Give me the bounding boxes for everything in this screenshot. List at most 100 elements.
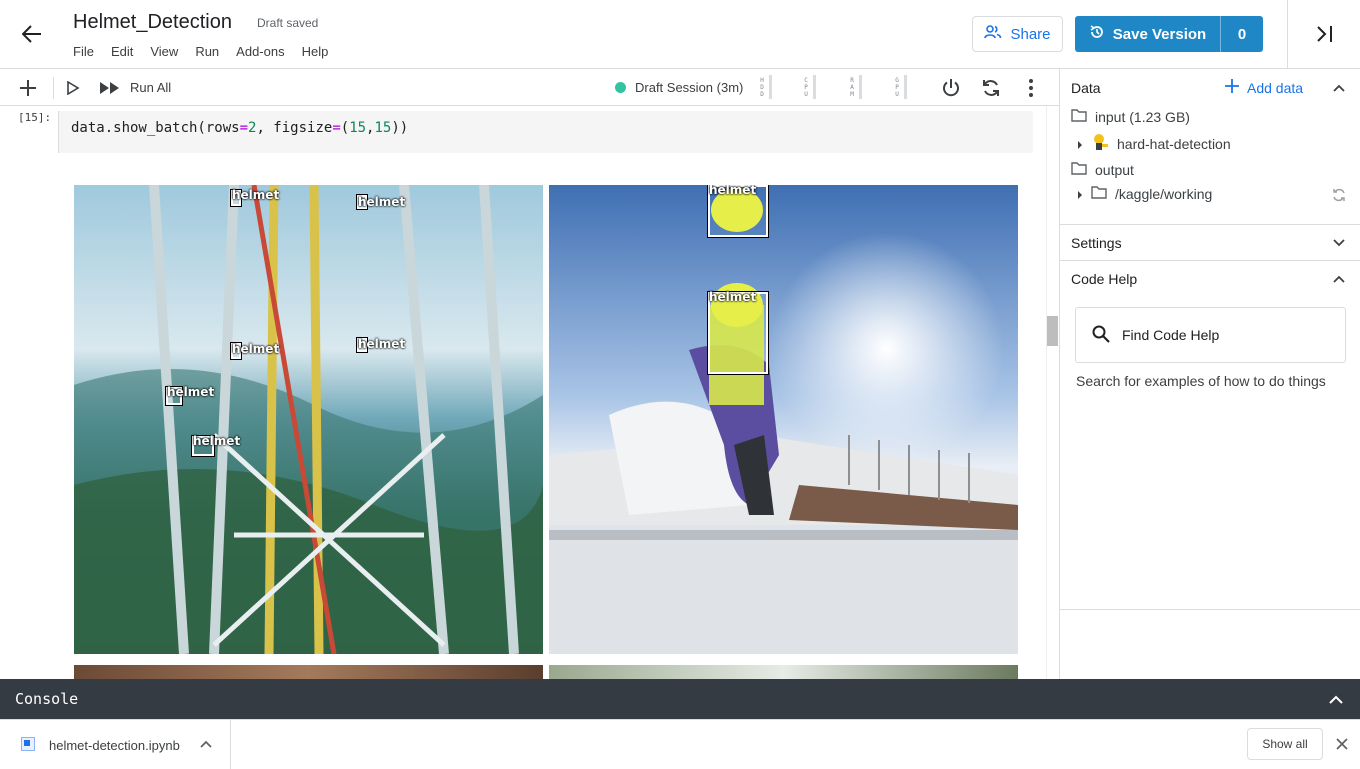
- code-token: , figsize: [256, 120, 333, 136]
- menu-edit[interactable]: Edit: [111, 44, 133, 59]
- run-cell-icon[interactable]: [62, 77, 84, 99]
- cpu-meter[interactable]: CPU: [803, 73, 816, 101]
- code-token: )): [391, 120, 409, 136]
- bbox-label: helmet: [232, 188, 280, 202]
- ram-meter-bar: [859, 75, 862, 99]
- share-label: Share: [1010, 25, 1051, 43]
- download-item[interactable]: helmet-detection.ipynb: [0, 720, 231, 769]
- panel-divider: [1060, 260, 1360, 261]
- code-token: =: [332, 120, 341, 136]
- save-version-label: Save Version: [1112, 25, 1207, 43]
- code-token: 15: [349, 120, 367, 136]
- notebook-toolbar: Run All Draft Session (3m) HDD CPU RAM G…: [0, 69, 1059, 106]
- code-cell[interactable]: data.show_batch(rows=2, figsize=(15,15)): [58, 111, 1033, 153]
- chevron-up-icon[interactable]: [1328, 692, 1344, 706]
- caret-right-icon: [1077, 186, 1083, 202]
- add-cell-icon[interactable]: [17, 77, 39, 99]
- code-help-hint: Search for examples of how to do things: [1076, 373, 1326, 389]
- collapse-panel-icon[interactable]: [1312, 22, 1338, 46]
- gpu-meter-label: GPU: [895, 76, 899, 98]
- menu-help[interactable]: Help: [302, 44, 329, 59]
- bounding-box: [707, 291, 769, 375]
- cpu-meter-label: CPU: [804, 76, 808, 98]
- search-icon: [1092, 325, 1110, 346]
- bbox-label: helmet: [193, 434, 241, 448]
- folder-icon: [1091, 186, 1107, 202]
- chevron-down-icon[interactable]: [1332, 236, 1346, 250]
- input-folder-label: input (1.23 GB): [1095, 109, 1190, 125]
- version-count[interactable]: 0: [1221, 16, 1263, 52]
- find-code-help-input[interactable]: Find Code Help: [1075, 307, 1346, 363]
- settings-section-title[interactable]: Settings: [1071, 235, 1122, 251]
- output-image-worker: helmet helmet: [549, 185, 1018, 654]
- gpu-meter[interactable]: GPU: [894, 73, 907, 101]
- power-icon[interactable]: [940, 77, 962, 99]
- add-data-label: Add data: [1247, 79, 1304, 96]
- refresh-icon[interactable]: [1332, 188, 1346, 202]
- save-version-button[interactable]: Save Version 0: [1075, 16, 1263, 52]
- menu-run[interactable]: Run: [195, 44, 219, 59]
- side-panel: Data Add data input (1.23 GB) hard-hat-d…: [1059, 69, 1360, 679]
- panel-divider: [1060, 609, 1360, 610]
- dataset-thumbnail-icon: [1091, 133, 1109, 154]
- session-status[interactable]: Draft Session (3m): [635, 80, 743, 95]
- toolbar-divider: [53, 77, 54, 99]
- find-code-help-placeholder: Find Code Help: [1122, 327, 1220, 343]
- scrollbar-thumb[interactable]: [1047, 316, 1058, 346]
- restart-icon[interactable]: [980, 77, 1002, 99]
- output-folder[interactable]: output: [1071, 162, 1134, 178]
- cell-prompt: [15]:: [18, 111, 52, 124]
- console-bar[interactable]: Console: [0, 679, 1360, 719]
- ram-meter[interactable]: RAM: [849, 73, 862, 101]
- chevron-up-icon[interactable]: [1332, 272, 1346, 286]
- plus-icon: [1225, 79, 1239, 96]
- notebook-area: [15]: data.show_batch(rows=2, figsize=(1…: [0, 106, 1046, 679]
- working-folder[interactable]: /kaggle/working: [1077, 186, 1212, 202]
- code-help-section-title[interactable]: Code Help: [1071, 271, 1137, 287]
- run-all-button[interactable]: Run All: [130, 80, 171, 95]
- add-data-button[interactable]: Add data: [1225, 79, 1303, 96]
- input-folder[interactable]: input (1.23 GB): [1071, 109, 1190, 125]
- header-divider: [1287, 0, 1288, 68]
- download-file-name: helmet-detection.ipynb: [49, 738, 180, 753]
- menu-view[interactable]: View: [150, 44, 178, 59]
- cpu-meter-bar: [813, 75, 816, 99]
- session-status-icon: [615, 82, 626, 93]
- dataset-item[interactable]: hard-hat-detection: [1077, 133, 1231, 154]
- chevron-up-icon[interactable]: [1332, 81, 1346, 95]
- close-icon[interactable]: [1335, 737, 1349, 751]
- hdd-meter[interactable]: HDD: [759, 73, 772, 101]
- menu-file[interactable]: File: [73, 44, 94, 59]
- chevron-up-icon[interactable]: [200, 738, 212, 750]
- menu-add-ons[interactable]: Add-ons: [236, 44, 284, 59]
- back-arrow-icon[interactable]: [18, 20, 46, 48]
- share-button[interactable]: Share: [972, 16, 1063, 52]
- save-status: Draft saved: [257, 16, 319, 30]
- header: Helmet_Detection Draft saved File Edit V…: [0, 0, 1360, 69]
- worker-photo: [549, 185, 1018, 654]
- output-image-partial: [74, 665, 543, 679]
- code-token: (: [340, 120, 350, 136]
- panel-divider: [1060, 224, 1360, 225]
- history-icon: [1089, 24, 1105, 44]
- folder-icon: [1071, 109, 1087, 125]
- folder-icon: [1071, 162, 1087, 178]
- menu-bar: File Edit View Run Add-ons Help: [73, 44, 345, 59]
- tower-photo: [74, 185, 543, 654]
- ram-meter-label: RAM: [850, 76, 854, 98]
- bbox-label: helmet: [358, 337, 406, 351]
- more-options-icon[interactable]: [1020, 77, 1042, 99]
- notebook-title[interactable]: Helmet_Detection: [73, 11, 232, 34]
- run-all-icon[interactable]: [98, 77, 122, 99]
- code-token: data.show_batch(rows: [71, 120, 240, 136]
- show-all-button[interactable]: Show all: [1247, 728, 1323, 760]
- bbox-label: helmet: [167, 385, 215, 399]
- caret-right-icon: [1077, 136, 1083, 152]
- file-icon: [21, 737, 35, 751]
- gpu-meter-bar: [904, 75, 907, 99]
- working-folder-label: /kaggle/working: [1115, 186, 1213, 202]
- notebook-scrollbar[interactable]: [1046, 106, 1059, 679]
- people-icon: [984, 25, 1002, 43]
- data-section-title: Data: [1071, 80, 1101, 96]
- dataset-label: hard-hat-detection: [1117, 135, 1231, 152]
